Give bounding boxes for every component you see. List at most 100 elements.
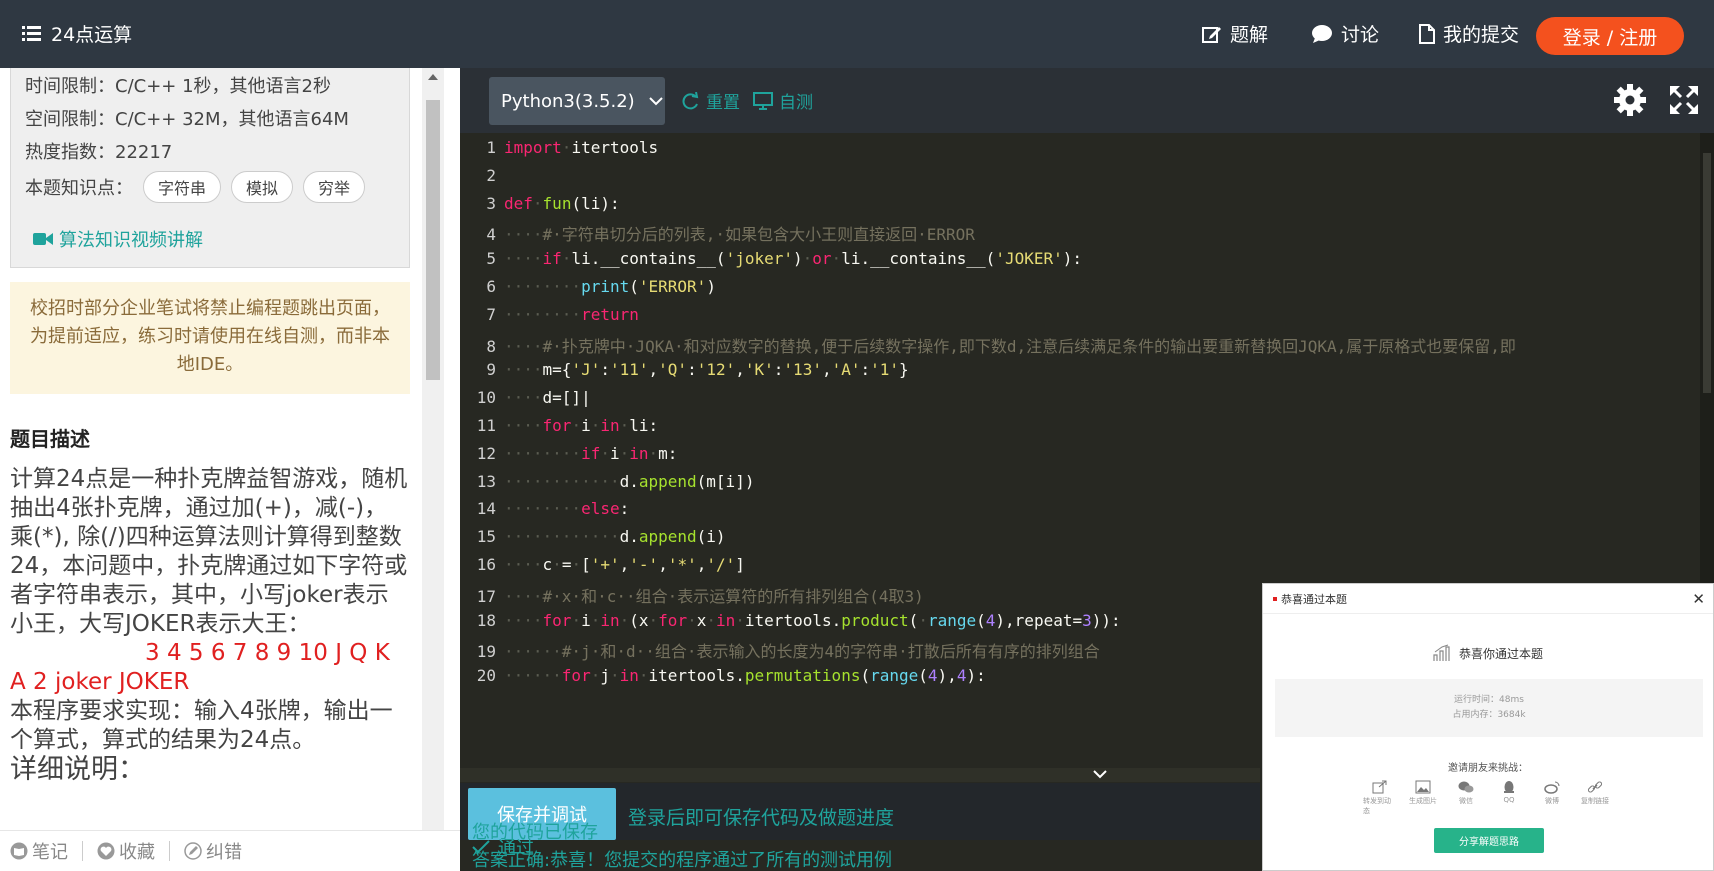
line-number: 19 bbox=[476, 642, 496, 662]
note-button[interactable]: 笔记 bbox=[10, 838, 68, 864]
tag-string[interactable]: 字符串 bbox=[143, 171, 222, 203]
report-error-label: 纠错 bbox=[206, 842, 242, 863]
scroll-up-arrow-icon[interactable] bbox=[428, 74, 438, 80]
refresh-icon bbox=[682, 91, 699, 109]
edit-icon bbox=[1202, 26, 1221, 43]
share-solution-button[interactable]: 分享解题思路 bbox=[1434, 828, 1544, 853]
self-test-label: 自测 bbox=[779, 93, 813, 113]
line-number: 8 bbox=[486, 336, 496, 356]
video-explanation-link[interactable]: 算法知识视频讲解 bbox=[33, 226, 203, 252]
code-line[interactable]: 20 ······for·j·in·itertools.permutations(… bbox=[460, 666, 986, 694]
code-line[interactable]: 14 ········else: bbox=[460, 499, 630, 527]
nav-my-submissions[interactable]: 我的提交 bbox=[1419, 20, 1519, 47]
line-number: 16 bbox=[476, 555, 496, 574]
code-line[interactable]: 18 ····for·i·in·(x·for·x·in·itertools.pro… bbox=[460, 611, 1121, 639]
login-register-button[interactable]: 登录 / 注册 bbox=[1536, 17, 1684, 55]
fullscreen-icon[interactable] bbox=[1670, 86, 1698, 114]
wechat-icon bbox=[1458, 781, 1474, 793]
line-number: 7 bbox=[486, 304, 496, 324]
code-line[interactable]: 12 ········if·i·in·m: bbox=[460, 443, 678, 472]
code-line[interactable]: 8 ····#·扑克牌中·JQKA·和对应数字的替换,便于后续数字操作,即下数d,… bbox=[460, 333, 1516, 361]
share-copy-link-label: 复制链接 bbox=[1581, 797, 1609, 805]
heart-icon bbox=[97, 842, 115, 860]
code-line[interactable]: 3 def·fun(li): bbox=[460, 194, 619, 222]
trophy-chart-icon bbox=[1433, 644, 1450, 661]
code-text: ····d=[]| bbox=[504, 388, 591, 408]
editor-scroll-thumb[interactable] bbox=[1703, 153, 1711, 393]
close-icon[interactable]: ✕ bbox=[1692, 590, 1705, 608]
share-icon bbox=[1372, 780, 1387, 794]
collapse-chevron-icon[interactable] bbox=[1088, 768, 1112, 782]
tag-enumeration[interactable]: 穷举 bbox=[303, 171, 366, 203]
detail-title: 详细说明： bbox=[10, 754, 145, 785]
code-line[interactable]: 15 ············d.append(i) bbox=[460, 527, 726, 555]
tag-simulation[interactable]: 模拟 bbox=[231, 171, 294, 203]
popup-congrats-text: 恭喜你通过本题 bbox=[1458, 646, 1543, 661]
problem-actions-bar: 笔记 收藏 纠错 bbox=[0, 830, 460, 871]
chat-icon bbox=[1312, 24, 1332, 43]
favorite-button[interactable]: 收藏 bbox=[97, 838, 155, 864]
share-image[interactable]: 生成图片 bbox=[1406, 780, 1440, 816]
line-number: 17 bbox=[476, 586, 496, 606]
code-line[interactable]: 19 ······#·j·和·d··组合·表示输入的长度为4的字符串·打散后所有有… bbox=[460, 638, 1100, 666]
divider bbox=[82, 841, 83, 861]
popup-header: 恭喜通过本题 ✕ bbox=[1263, 584, 1713, 614]
favorite-label: 收藏 bbox=[119, 842, 155, 863]
nav-discussion[interactable]: 讨论 bbox=[1311, 20, 1379, 47]
code-line[interactable]: 13 ············d.append(m[i]) bbox=[460, 471, 755, 500]
cards-line-2: A 2 joker JOKER bbox=[10, 669, 190, 695]
gear-icon[interactable] bbox=[1614, 84, 1646, 116]
description-title: 题目描述 bbox=[10, 427, 90, 451]
share-weibo[interactable]: 微博 bbox=[1535, 780, 1569, 816]
share-copy-link[interactable]: 复制链接 bbox=[1578, 780, 1612, 816]
editor-horizontal-scrollbar[interactable] bbox=[460, 768, 1260, 782]
line-number: 2 bbox=[486, 165, 496, 185]
code-line[interactable]: 2 bbox=[460, 166, 504, 194]
popup-invite: 邀请朋友来挑战： bbox=[1448, 763, 1528, 774]
language-select[interactable]: Python3(3.5.2) bbox=[489, 77, 665, 125]
line-number: 11 bbox=[476, 416, 496, 435]
code-line[interactable]: 6 ········print('ERROR') bbox=[460, 277, 716, 305]
note-label: 笔记 bbox=[32, 842, 68, 863]
code-line[interactable]: 1 import·itertools bbox=[460, 138, 658, 166]
self-test-button[interactable]: 自测 bbox=[753, 88, 813, 113]
share-options: 转发到动态 生成图片 微信 QQ 微博 复制链接 bbox=[1363, 780, 1612, 816]
reset-button[interactable]: 重置 bbox=[680, 88, 740, 113]
line-number: 4 bbox=[486, 225, 496, 245]
problem-title[interactable]: 24点运算 bbox=[22, 20, 132, 47]
code-text: ········if·i·in·m: bbox=[504, 443, 678, 463]
nav-discussion-label: 讨论 bbox=[1341, 24, 1380, 46]
left-scrollbar[interactable] bbox=[422, 68, 444, 830]
report-error-button[interactable]: 纠错 bbox=[184, 838, 242, 864]
code-line[interactable]: 5 ····if·li.__contains__('joker')·or·li._… bbox=[460, 249, 1082, 277]
video-camera-icon bbox=[33, 233, 53, 245]
knowledge-tags: 本题知识点： 字符串 模拟 穷举 bbox=[25, 171, 366, 203]
popup-runtime: 运行时间：48ms bbox=[1454, 695, 1524, 705]
code-line[interactable]: 16 ····c·=·['+','-','*','/'] bbox=[460, 555, 745, 583]
code-text: ············d.append(m[i]) bbox=[504, 471, 755, 491]
problem-panel: 时间限制：C/C++ 1秒，其他语言2秒 空间限制：C/C++ 32M，其他语言… bbox=[0, 68, 460, 871]
share-qq[interactable]: QQ bbox=[1492, 780, 1526, 816]
top-bar: 24点运算 题解 讨论 我的提交 登录 / 注册 bbox=[0, 0, 1714, 68]
code-text: ········else: bbox=[504, 499, 630, 519]
left-scroll-thumb[interactable] bbox=[426, 100, 440, 380]
share-wechat[interactable]: 微信 bbox=[1449, 780, 1483, 816]
code-line[interactable]: 17 ····#·x·和·c··组合·表示运算符的所有排列组合(4取3) bbox=[460, 583, 924, 611]
save-hint: 登录后即可保存代码及做题进度 bbox=[628, 807, 895, 829]
nav-solutions[interactable]: 题解 bbox=[1202, 20, 1268, 47]
code-line[interactable]: 11 ····for·i·in·li: bbox=[460, 416, 658, 444]
divider bbox=[169, 841, 170, 861]
line-number: 5 bbox=[486, 249, 496, 269]
code-line[interactable]: 9 ····m={'J':'11','Q':'12','K':'13','A':'… bbox=[460, 360, 908, 388]
line-number: 10 bbox=[476, 388, 496, 408]
code-text: ····for·i·in·li: bbox=[504, 416, 659, 435]
code-line[interactable]: 10 ····d=[]| bbox=[460, 388, 591, 416]
code-line[interactable]: 7 ········return bbox=[460, 305, 639, 333]
editor-toolbar: Python3(3.5.2) 重置 自测 bbox=[460, 68, 1714, 133]
share-to-feed[interactable]: 转发到动态 bbox=[1363, 780, 1397, 816]
nav-solutions-label: 题解 bbox=[1230, 24, 1269, 46]
code-text: ······for·j·in·itertools.permutations(ra… bbox=[504, 666, 986, 686]
code-line[interactable]: 4 ····#·字符串切分后的列表,·如果包含大小王则直接返回·ERROR bbox=[460, 221, 975, 249]
list-icon bbox=[22, 26, 41, 41]
qq-icon bbox=[1504, 781, 1514, 793]
